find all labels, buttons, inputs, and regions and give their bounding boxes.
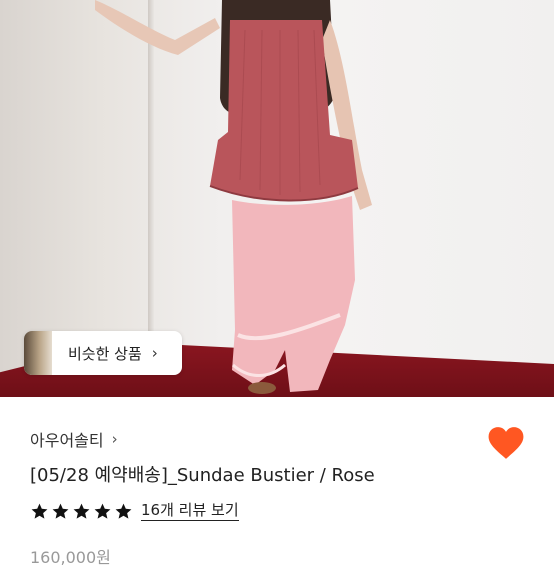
similar-product-thumbnail — [24, 331, 52, 375]
chevron-right-icon: › — [111, 430, 118, 448]
chevron-right-icon: › — [151, 344, 158, 362]
star-icon — [115, 503, 132, 519]
view-reviews-link[interactable]: 16개 리뷰 보기 — [141, 501, 239, 521]
star-icon — [94, 503, 111, 519]
product-title: [05/28 예약배송]_Sundae Bustier / Rose — [30, 465, 375, 486]
star-icon — [31, 503, 48, 519]
rating-stars — [30, 502, 133, 521]
heart-icon[interactable] — [487, 425, 525, 461]
similar-products-label: 비슷한 상품 — [68, 344, 142, 363]
product-price: 160,000원 — [30, 548, 111, 567]
star-icon — [73, 503, 90, 519]
rating-row: 16개 리뷰 보기 — [30, 500, 239, 522]
similar-products-button[interactable]: 비슷한 상품 › — [24, 331, 182, 375]
shop-link[interactable]: 아우어솔티 › — [30, 428, 118, 450]
shop-name: 아우어솔티 — [30, 431, 104, 450]
product-image[interactable]: 비슷한 상품 › — [0, 0, 554, 397]
star-icon — [52, 503, 69, 519]
